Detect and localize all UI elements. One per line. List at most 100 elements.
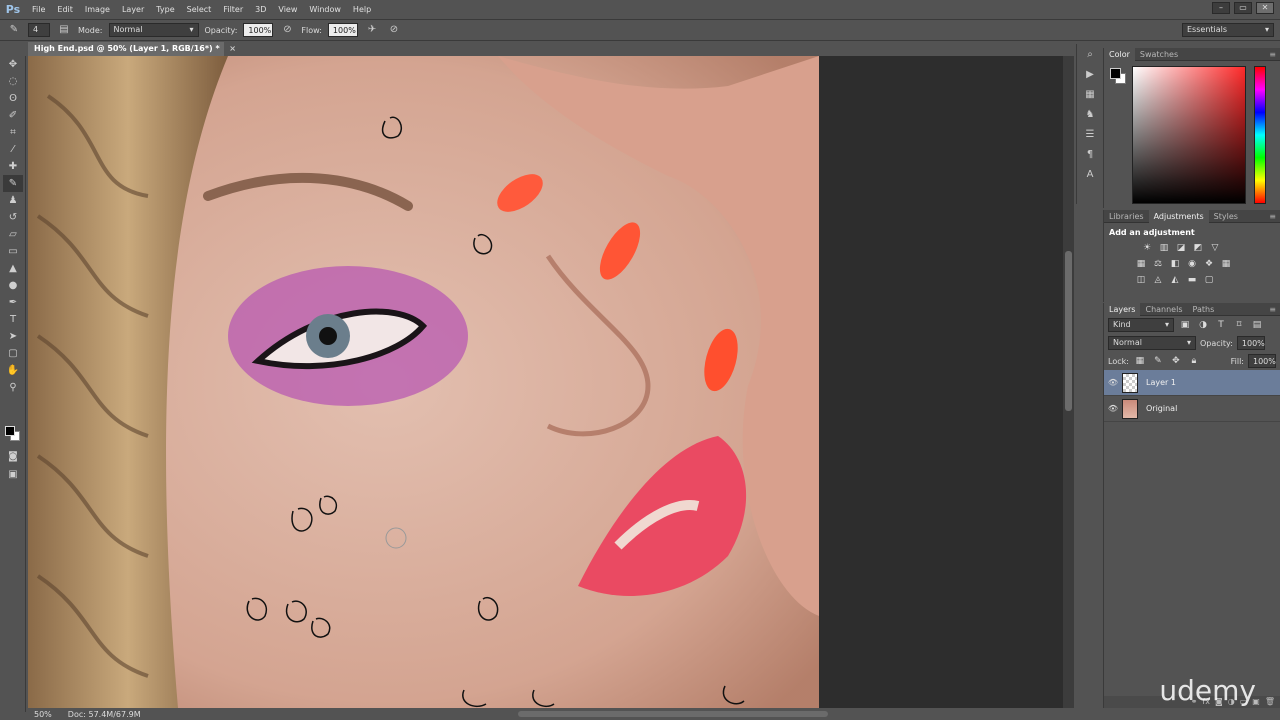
- brush-size-picker[interactable]: 4: [28, 23, 50, 37]
- eraser-tool-icon[interactable]: ▱: [3, 226, 23, 243]
- fill-input[interactable]: 100%: [1248, 354, 1276, 368]
- marquee-tool-icon[interactable]: ◌: [3, 73, 23, 90]
- minimize-button[interactable]: –: [1212, 2, 1230, 14]
- workspace-dropdown[interactable]: Essentials ▾: [1182, 23, 1274, 37]
- menu-image[interactable]: Image: [79, 5, 116, 14]
- scroll-thumb[interactable]: [1065, 251, 1072, 411]
- selective-color-icon[interactable]: ▢: [1202, 274, 1216, 286]
- brush-panel-icon[interactable]: ▤: [56, 22, 72, 38]
- tab-color[interactable]: Color: [1104, 47, 1135, 61]
- menu-type[interactable]: Type: [150, 5, 180, 14]
- zoom-level[interactable]: 50%: [34, 710, 52, 719]
- menu-view[interactable]: View: [272, 5, 303, 14]
- pressure-opacity-icon[interactable]: ⊘: [279, 22, 295, 38]
- layer-opacity-input[interactable]: 100%: [1236, 336, 1265, 350]
- horizontal-scrollbar[interactable]: [518, 711, 828, 717]
- document-tab[interactable]: High End.psd @ 50% (Layer 1, RGB/16*) * …: [28, 42, 236, 56]
- trash-icon[interactable]: 🗑︎: [1265, 696, 1275, 708]
- tab-swatches[interactable]: Swatches: [1135, 48, 1183, 61]
- gradient-map-icon[interactable]: ▬: [1185, 274, 1199, 286]
- panel-menu-icon[interactable]: ≡: [1269, 212, 1276, 221]
- levels-icon[interactable]: ▥: [1157, 242, 1171, 254]
- clone-source-icon[interactable]: ♞: [1079, 106, 1101, 124]
- tab-channels[interactable]: Channels: [1140, 303, 1187, 316]
- eyedropper-tool-icon[interactable]: ⁄: [3, 141, 23, 158]
- menu-file[interactable]: File: [26, 5, 51, 14]
- layer-row[interactable]: 👁︎ Original: [1104, 396, 1280, 422]
- channel-mixer-icon[interactable]: ❖: [1202, 258, 1216, 270]
- lasso-tool-icon[interactable]: ʘ: [3, 90, 23, 107]
- vibrance-icon[interactable]: ▽: [1208, 242, 1222, 254]
- history-brush-tool-icon[interactable]: ↺: [3, 209, 23, 226]
- menu-filter[interactable]: Filter: [217, 5, 249, 14]
- color-lookup-icon[interactable]: ▦: [1219, 258, 1233, 270]
- flow-input[interactable]: 100%: [327, 23, 358, 37]
- layer-row[interactable]: 👁︎ Layer 1: [1104, 370, 1280, 396]
- character-icon[interactable]: A: [1079, 166, 1101, 184]
- maximize-button[interactable]: ▭: [1234, 2, 1252, 14]
- curves-icon[interactable]: ◪: [1174, 242, 1188, 254]
- adjustment-filter-icon[interactable]: ◑: [1196, 319, 1210, 331]
- foreground-color-chip[interactable]: [1110, 68, 1121, 79]
- photo-filter-icon[interactable]: ◉: [1185, 258, 1199, 270]
- close-button[interactable]: ✕: [1256, 2, 1274, 14]
- exposure-icon[interactable]: ◩: [1191, 242, 1205, 254]
- mode-dropdown[interactable]: Normal ▾: [108, 23, 199, 37]
- type-tool-icon[interactable]: T: [3, 311, 23, 328]
- document-canvas[interactable]: [28, 56, 1074, 708]
- path-select-tool-icon[interactable]: ➤: [3, 328, 23, 345]
- brush-presets-icon[interactable]: ▦: [1079, 86, 1101, 104]
- airbrush-icon[interactable]: ✈: [364, 22, 380, 38]
- hue-slider[interactable]: [1254, 66, 1266, 204]
- tab-libraries[interactable]: Libraries: [1104, 210, 1149, 223]
- lock-transparency-icon[interactable]: ▦: [1133, 355, 1147, 367]
- close-icon[interactable]: ×: [229, 42, 236, 56]
- lock-pixels-icon[interactable]: ✎: [1151, 355, 1165, 367]
- clone-stamp-tool-icon[interactable]: ♟: [3, 192, 23, 209]
- zoom-tool-icon[interactable]: ⚲: [3, 379, 23, 396]
- lock-all-icon[interactable]: 🔒︎: [1187, 355, 1201, 367]
- crop-tool-icon[interactable]: ⌗: [3, 124, 23, 141]
- screen-mode-icon[interactable]: ▣: [3, 466, 23, 483]
- posterize-icon[interactable]: ◬: [1151, 274, 1165, 286]
- smart-object-filter-icon[interactable]: ▤: [1250, 319, 1264, 331]
- invert-icon[interactable]: ◫: [1134, 274, 1148, 286]
- history-icon[interactable]: ⌕: [1079, 46, 1101, 64]
- blend-mode-dropdown[interactable]: Normal ▾: [1108, 336, 1196, 350]
- brush-tool-icon[interactable]: ✎: [3, 175, 23, 192]
- paragraph-icon[interactable]: ¶: [1079, 146, 1101, 164]
- brush-tool-icon[interactable]: ✎: [6, 22, 22, 38]
- tab-adjustments[interactable]: Adjustments: [1148, 209, 1209, 223]
- tab-paths[interactable]: Paths: [1188, 303, 1220, 316]
- quick-mask-icon[interactable]: ◙: [3, 448, 23, 465]
- gradient-tool-icon[interactable]: ▭: [3, 243, 23, 260]
- healing-brush-tool-icon[interactable]: ✚: [3, 158, 23, 175]
- pressure-size-icon[interactable]: ⊘: [386, 22, 402, 38]
- color-balance-icon[interactable]: ⚖: [1151, 258, 1165, 270]
- portrait-photo[interactable]: [28, 56, 819, 708]
- vertical-scrollbar[interactable]: [1063, 56, 1074, 708]
- properties-icon[interactable]: ☰: [1079, 126, 1101, 144]
- shape-filter-icon[interactable]: ⌑: [1232, 319, 1246, 331]
- brightness-contrast-icon[interactable]: ☀: [1140, 242, 1154, 254]
- panel-menu-icon[interactable]: ≡: [1269, 305, 1276, 314]
- black-white-icon[interactable]: ◧: [1168, 258, 1182, 270]
- lock-position-icon[interactable]: ✥: [1169, 355, 1183, 367]
- menu-help[interactable]: Help: [347, 5, 377, 14]
- color-picker-field[interactable]: [1132, 66, 1246, 204]
- actions-icon[interactable]: ▶: [1079, 66, 1101, 84]
- eye-icon[interactable]: 👁︎: [1104, 378, 1122, 387]
- panel-menu-icon[interactable]: ≡: [1269, 50, 1276, 59]
- menu-layer[interactable]: Layer: [116, 5, 150, 14]
- move-tool-icon[interactable]: ✥: [3, 56, 23, 73]
- tab-layers[interactable]: Layers: [1104, 302, 1141, 316]
- blur-tool-icon[interactable]: ▲: [3, 260, 23, 277]
- menu-window[interactable]: Window: [303, 5, 347, 14]
- eye-icon[interactable]: 👁︎: [1104, 404, 1122, 413]
- quick-select-tool-icon[interactable]: ✐: [3, 107, 23, 124]
- pen-tool-icon[interactable]: ✒: [3, 294, 23, 311]
- foreground-color-swatch[interactable]: [5, 426, 15, 436]
- layer-filter-dropdown[interactable]: Kind ▾: [1108, 318, 1174, 332]
- threshold-icon[interactable]: ◭: [1168, 274, 1182, 286]
- type-filter-icon[interactable]: T: [1214, 319, 1228, 331]
